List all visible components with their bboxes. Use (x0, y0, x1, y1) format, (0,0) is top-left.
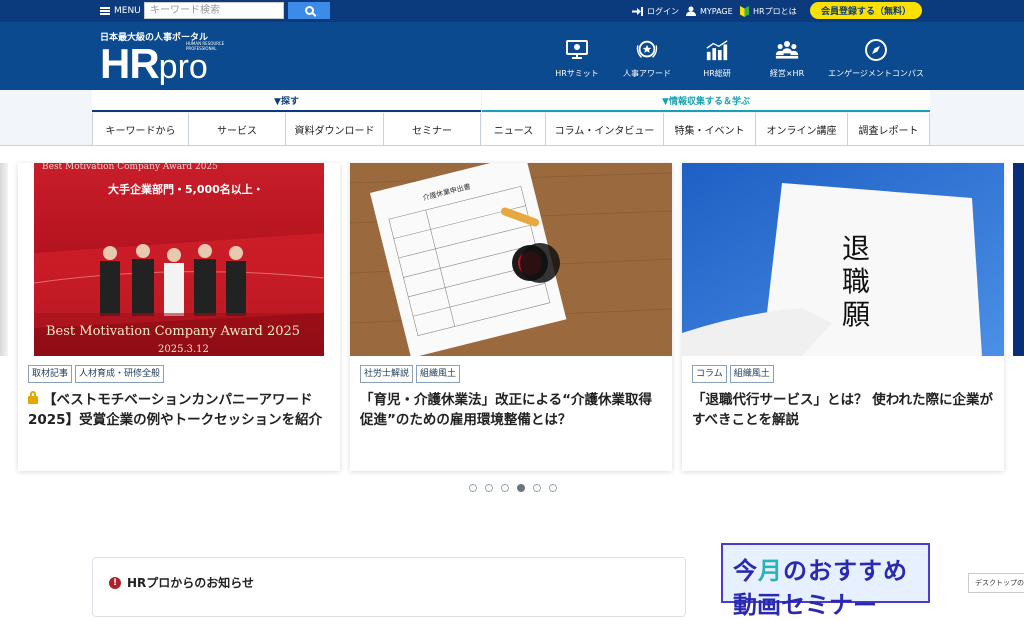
article-image-award: Best Motivation Company Award 2025 大手企業部… (18, 163, 340, 356)
tag[interactable]: 人材育成・研修全般 (75, 365, 165, 383)
user-icon (686, 6, 696, 16)
nav-hr-summit[interactable]: HRサミット (541, 38, 613, 82)
compass-icon (864, 38, 888, 62)
top-bar: MENU ログイン MYPAGE HRプロとは 会員登録する（無料） (0, 0, 1024, 22)
nav-label: エンゲージメントコンパス (828, 69, 924, 78)
banner-headline: 今月のおすすめ (733, 557, 908, 585)
login-label: ログイン (647, 6, 679, 16)
menu-label: MENU (114, 6, 141, 16)
nav-hr-award[interactable]: 人事アワード (611, 38, 683, 82)
resign-char-1: 退 (842, 232, 870, 265)
search-section-head: ▼探す (92, 90, 481, 112)
article-card[interactable]: Best Motivation Company Award 2025 大手企業部… (18, 163, 340, 471)
news-title: HRプロからのお知らせ (127, 576, 255, 590)
logo-pro: pro (158, 48, 208, 86)
login-icon (632, 6, 643, 16)
menu-button[interactable]: MENU (100, 4, 141, 18)
carousel-dots (469, 484, 557, 492)
about-link[interactable]: HRプロとは (740, 4, 797, 18)
carousel-dot[interactable] (533, 484, 541, 492)
beginner-mark-icon (740, 5, 749, 17)
nav-label: 人事アワード (623, 69, 671, 78)
signup-button[interactable]: 会員登録する（無料） (810, 2, 922, 19)
carousel-prev-peek (0, 163, 8, 356)
subnav-feature[interactable]: 特集・イベント (664, 113, 756, 145)
nav-label: HR総研 (703, 69, 731, 78)
article-title[interactable]: 「退職代行サービス」とは？ 使われた際に企業がすべきことを解説 (692, 390, 994, 430)
nav-management-hr[interactable]: 経営×HR (751, 38, 823, 82)
award-date-text: 2025.3.12 (158, 344, 209, 355)
carousel-dot[interactable] (549, 484, 557, 492)
monitor-icon (565, 38, 589, 62)
subnav-news[interactable]: ニュース (482, 113, 546, 145)
nav-label: HRサミット (555, 69, 599, 78)
search-icon (304, 6, 314, 15)
carousel-dot[interactable] (469, 484, 477, 492)
tag[interactable]: 社労士解説 (360, 365, 414, 383)
article-title[interactable]: 「育児・介護休業法」改正による“介護休業取得促進”のための雇用環境整備とは？ (360, 390, 662, 430)
mypage-link[interactable]: MYPAGE (686, 4, 733, 18)
banner-subline: 動画セミナー (733, 591, 877, 619)
subnav-column[interactable]: コラム・インタビュー (546, 113, 664, 145)
article-card[interactable]: 介護休業申出書 社労士解説 組織風土 「育児・介護休業法」改正による“介護休業取… (350, 163, 672, 471)
hamburger-icon (100, 7, 110, 15)
site-header: 日本最大級の人事ポータル HRpro HUMAN RESOURCE PROFES… (0, 22, 1024, 90)
info-icon: ! (109, 576, 121, 589)
news-panel: ! HRプロからのお知らせ (92, 557, 686, 617)
lock-icon (28, 391, 38, 404)
subnav-download[interactable]: 資料ダウンロード (286, 113, 384, 145)
article-title[interactable]: 【ベストモチベーションカンパニーアワード2025】受賞企業の例やトークセッション… (28, 390, 330, 430)
tag[interactable]: 組織風土 (729, 365, 774, 383)
award-icon (635, 38, 659, 62)
logo-subtitle: HUMAN RESOURCE PROFESSIONAL (186, 41, 225, 51)
search-input[interactable] (144, 2, 284, 19)
tag[interactable]: 組織風土 (416, 365, 461, 383)
tag-list: コラム 組織風土 (692, 365, 774, 383)
logo-hr: HR (100, 40, 160, 87)
article-card[interactable]: 退 職 願 コラム 組織風土 「退職代行サービス」とは？ 使われた際に企業がすべ… (682, 163, 1004, 471)
people-icon (775, 38, 799, 62)
article-image-document: 介護休業申出書 (350, 163, 672, 356)
chart-icon (705, 38, 729, 62)
carousel-next-peek (1013, 163, 1024, 356)
tag[interactable]: 取材記事 (28, 365, 73, 383)
subnav-keyword[interactable]: キーワードから (92, 113, 189, 145)
tag-list: 社労士解説 組織風土 (360, 365, 461, 383)
subnav-online-course[interactable]: オンライン講座 (756, 113, 848, 145)
subnav-seminar[interactable]: セミナー (384, 113, 481, 145)
desktop-view-toggle[interactable]: デスクトップの表示 (968, 573, 1024, 593)
mypage-label: MYPAGE (700, 6, 733, 16)
recommended-seminar-banner[interactable]: 今月のおすすめ 動画セミナー (721, 543, 930, 619)
subnav-service[interactable]: サービス (189, 113, 286, 145)
search-button[interactable] (288, 2, 330, 19)
award-footer-text: Best Motivation Company Award 2025 (46, 324, 300, 339)
award-category-text: 大手企業部門・5,000名以上・ (108, 182, 264, 196)
login-link[interactable]: ログイン (632, 4, 679, 18)
article-image-resignation: 退 職 願 (682, 163, 1004, 356)
resign-char-3: 願 (842, 298, 870, 331)
subnav-report[interactable]: 調査レポート (848, 113, 930, 145)
about-label: HRプロとは (753, 6, 797, 16)
nav-hr-research[interactable]: HR総研 (681, 38, 753, 82)
sub-navigation: ▼探す ▼情報収集する＆学ぶ キーワードから サービス 資料ダウンロード セミナ… (0, 90, 1024, 146)
tag-list: 取材記事 人材育成・研修全般 (28, 365, 165, 383)
nav-label: 経営×HR (769, 69, 805, 78)
nav-engagement-compass[interactable]: エンゲージメントコンパス (826, 38, 926, 82)
news-heading: ! HRプロからのお知らせ (109, 574, 254, 591)
carousel-dot[interactable] (517, 484, 525, 492)
award-banner-text: Best Motivation Company Award 2025 (42, 163, 218, 172)
carousel-dot[interactable] (501, 484, 509, 492)
resign-char-2: 職 (842, 265, 870, 298)
tag[interactable]: コラム (692, 365, 727, 383)
learn-section-head: ▼情報収集する＆学ぶ (482, 90, 930, 112)
carousel-dot[interactable] (485, 484, 493, 492)
